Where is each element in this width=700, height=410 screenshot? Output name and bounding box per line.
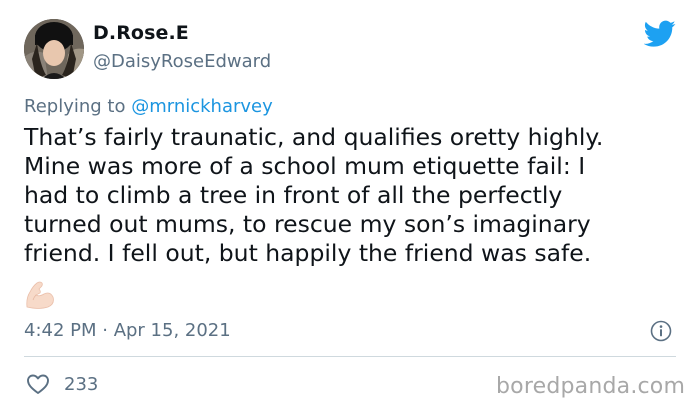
like-count: 233: [64, 374, 99, 395]
tweet-text-line: That’s fairly traunatic, and qualifies o…: [24, 123, 604, 151]
info-icon[interactable]: [650, 320, 672, 342]
avatar[interactable]: [24, 19, 84, 79]
tweet-text: That’s fairly traunatic, and qualifies o…: [24, 123, 684, 268]
replying-to: Replying to @mrnickharvey: [24, 96, 273, 117]
heart-icon[interactable]: [26, 373, 50, 395]
tweet-text-line: friend. I fell out, but happily the frie…: [24, 239, 592, 267]
source-watermark: boredpanda.com: [496, 374, 686, 399]
replying-to-prefix: Replying to: [24, 96, 132, 117]
avatar-image: [24, 19, 84, 79]
reply-mention-link[interactable]: @mrnickharvey: [131, 96, 273, 117]
twitter-bird-icon[interactable]: [644, 20, 676, 48]
flexed-biceps-emoji-icon: [26, 281, 54, 309]
author-display-name[interactable]: D.Rose.E: [93, 22, 189, 44]
tweet-text-line: had to climb a tree in front of all the …: [24, 181, 563, 209]
tweet-timestamp[interactable]: 4:42 PM · Apr 15, 2021: [24, 320, 231, 341]
tweet-text-line: turned out mums, to rescue my son’s imag…: [24, 210, 591, 238]
tweet-text-line: Mine was more of a school mum etiquette …: [24, 152, 586, 180]
divider: [24, 356, 676, 357]
author-handle[interactable]: @DaisyRoseEdward: [93, 51, 271, 72]
